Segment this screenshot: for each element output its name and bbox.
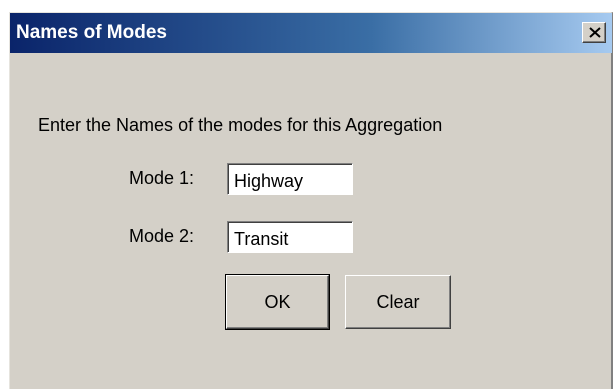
window-title: Names of Modes [16,22,167,43]
mode-2-label: Mode 2: [129,226,195,246]
close-button[interactable] [582,22,606,43]
ok-button[interactable]: OK [225,274,330,330]
close-icon [589,27,601,38]
title-bar: Names of Modes [10,13,612,53]
instruction-text: Enter the Names of the modes for this Ag… [38,115,443,135]
dialog-window: Names of Modes Enter the Names of the mo… [9,12,613,389]
mode-1-label: Mode 1: [129,168,195,188]
mode-2-input[interactable] [227,221,353,253]
clear-button[interactable]: Clear [345,275,451,329]
mode-1-input[interactable] [227,163,353,195]
